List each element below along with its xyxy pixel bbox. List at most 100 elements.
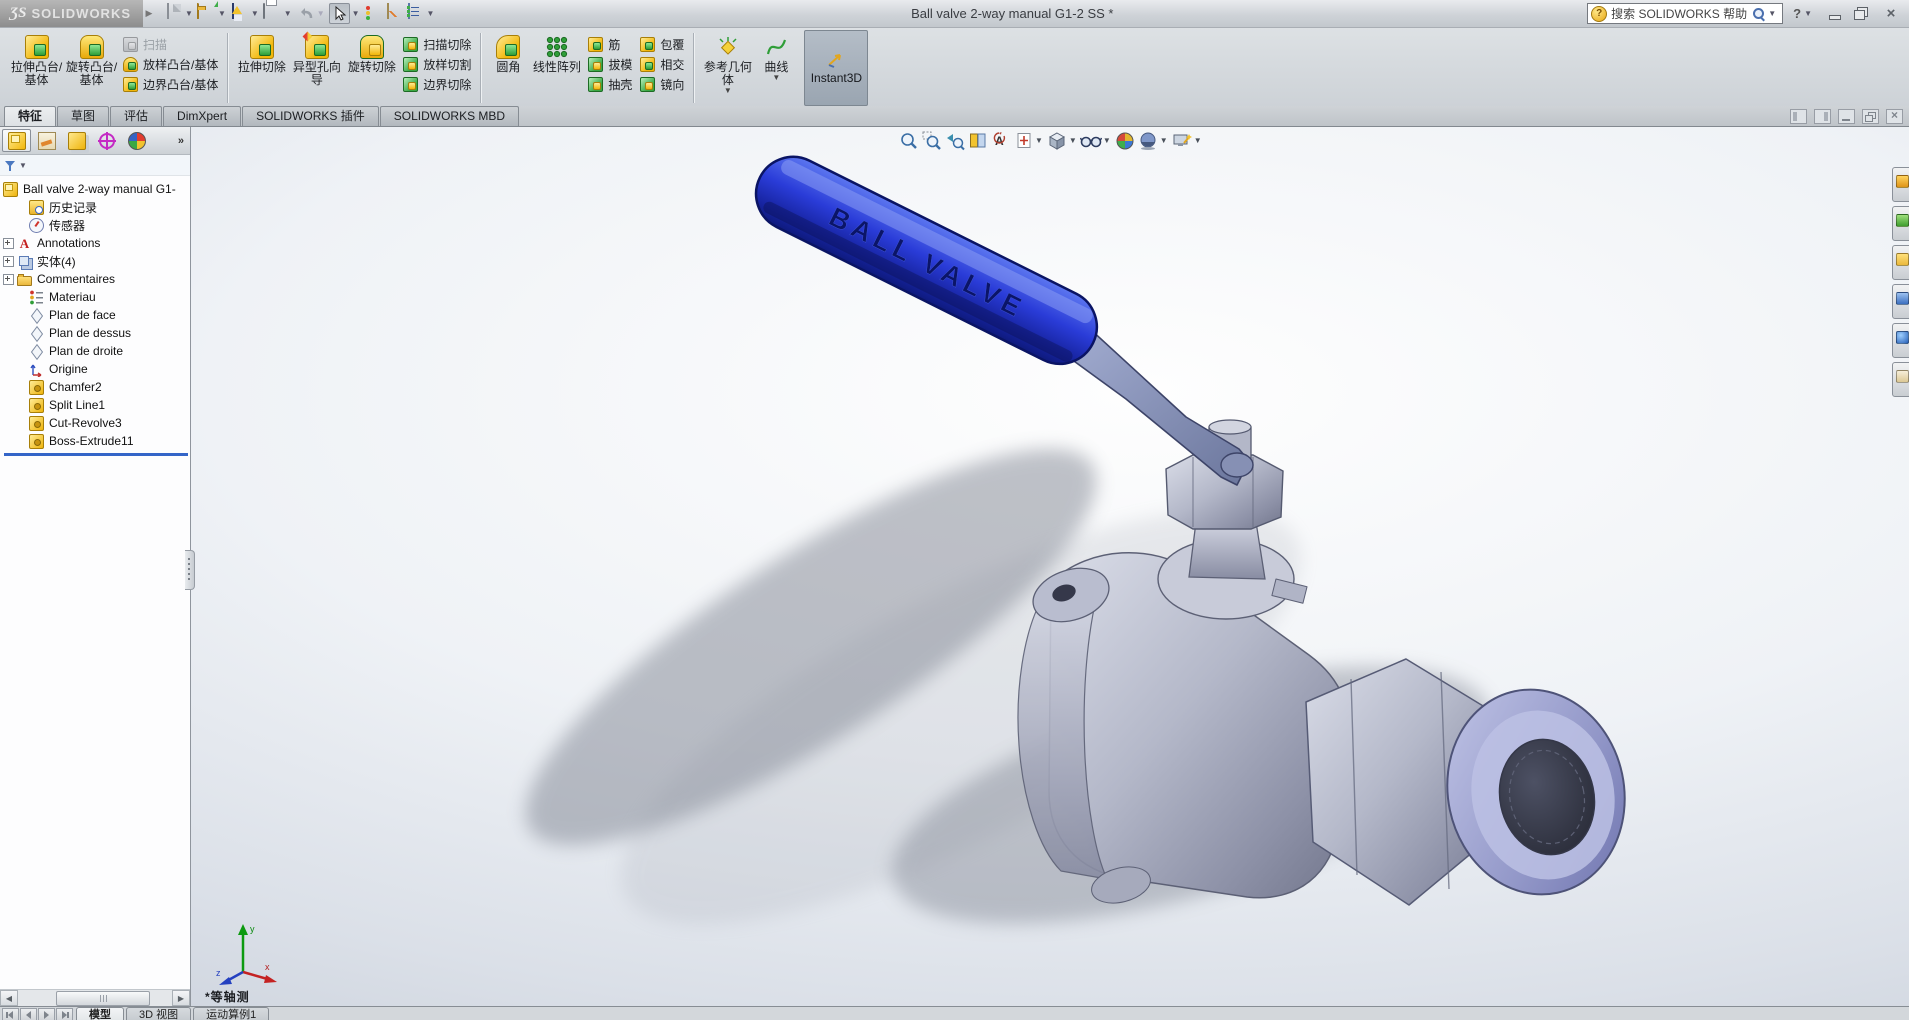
ribbon-button-swept-cut[interactable]: 扫描切除 bbox=[399, 34, 475, 54]
scrollbar-track[interactable] bbox=[18, 991, 172, 1006]
ribbon-button-curves[interactable]: 曲线 ▼ bbox=[755, 31, 797, 105]
dropdown-icon[interactable]: ▼ bbox=[1069, 136, 1077, 145]
view-settings-icon[interactable] bbox=[1171, 129, 1194, 152]
dropdown-icon[interactable]: ▼ bbox=[427, 9, 435, 18]
scroll-right-icon[interactable]: ▶ bbox=[172, 990, 190, 1006]
panel-overflow-chevron[interactable]: » bbox=[174, 135, 188, 147]
help-dropdown-icon[interactable]: ▼ bbox=[1804, 9, 1812, 18]
file-explorer-button[interactable] bbox=[1892, 245, 1909, 280]
new-document-button[interactable] bbox=[164, 3, 183, 23]
tree-filter-row[interactable]: ▼ bbox=[0, 155, 190, 176]
zoom-to-fit-icon[interactable] bbox=[897, 129, 920, 152]
panel-splitter-handle[interactable] bbox=[185, 550, 195, 590]
first-tab-icon[interactable] bbox=[2, 1008, 19, 1020]
ribbon-button-reference-geometry[interactable]: 参考几何体 ▼ bbox=[700, 31, 755, 105]
tree-item-right-plane[interactable]: Plan de droite bbox=[3, 342, 190, 360]
previous-view-icon[interactable] bbox=[943, 129, 966, 152]
tab-solidworks-mbd[interactable]: SOLIDWORKS MBD bbox=[379, 106, 520, 126]
restore-button[interactable] bbox=[1851, 5, 1875, 22]
ribbon-button-draft[interactable]: 拔模 bbox=[584, 54, 636, 74]
close-button[interactable]: × bbox=[1879, 5, 1903, 22]
file-properties-button[interactable] bbox=[385, 3, 404, 23]
panel-horizontal-scrollbar[interactable]: ◀ ▶ bbox=[0, 989, 190, 1006]
search-dropdown-icon[interactable]: ▼ bbox=[1768, 9, 1776, 18]
rebuild-button[interactable] bbox=[364, 4, 383, 23]
custom-properties-button[interactable] bbox=[1892, 362, 1909, 397]
last-tab-icon[interactable] bbox=[56, 1008, 73, 1020]
tree-item-comments[interactable]: Commentaires bbox=[3, 270, 190, 288]
ribbon-button-lofted-cut[interactable]: 放样切割 bbox=[399, 54, 475, 74]
instant3d-toggle[interactable]: Instant3D bbox=[804, 30, 869, 106]
expand-icon[interactable] bbox=[3, 273, 14, 285]
expand-icon[interactable] bbox=[3, 255, 14, 267]
dropdown-icon[interactable]: ▼ bbox=[251, 9, 259, 18]
apply-scene-icon[interactable] bbox=[1137, 129, 1160, 152]
ribbon-button-lofted-boss[interactable]: 放样凸台/基体 bbox=[119, 54, 222, 74]
tree-item-cutrevolve3[interactable]: Cut-Revolve3 bbox=[3, 414, 190, 432]
ribbon-button-mirror[interactable]: 镜向 bbox=[636, 74, 688, 94]
tree-item-bossextrude11[interactable]: Boss-Extrude11 bbox=[3, 432, 190, 450]
design-library-button[interactable] bbox=[1892, 206, 1909, 241]
logo-flyout-arrow[interactable]: ▶ bbox=[143, 4, 155, 24]
3d-views-tab[interactable]: 3D 视图 bbox=[126, 1007, 192, 1020]
tab-sketch[interactable]: 草图 bbox=[57, 106, 110, 126]
tree-item-solid-bodies[interactable]: 实体(4) bbox=[3, 252, 190, 270]
displaymanager-tab[interactable] bbox=[122, 129, 151, 152]
expand-icon[interactable] bbox=[3, 237, 14, 249]
display-style-icon[interactable] bbox=[1046, 129, 1069, 152]
hide-show-items-icon[interactable] bbox=[1080, 129, 1103, 152]
undo-button[interactable] bbox=[296, 4, 315, 23]
scrollbar-thumb[interactable] bbox=[56, 991, 150, 1006]
collapse-right-pane-icon[interactable] bbox=[1814, 109, 1831, 124]
appearances-button[interactable] bbox=[1892, 323, 1909, 358]
dropdown-icon[interactable]: ▼ bbox=[218, 9, 226, 18]
zoom-to-area-icon[interactable] bbox=[920, 129, 943, 152]
tab-evaluate[interactable]: 评估 bbox=[110, 106, 163, 126]
dropdown-icon[interactable]: ▼ bbox=[352, 9, 360, 18]
search-box[interactable]: ? 搜索 SOLIDWORKS 帮助 ▼ bbox=[1587, 3, 1784, 24]
ball-valve-model[interactable]: BALL VALVE bbox=[191, 127, 1909, 1006]
save-button[interactable] bbox=[230, 3, 249, 23]
dropdown-icon[interactable]: ▼ bbox=[284, 9, 292, 18]
open-button[interactable] bbox=[196, 3, 216, 23]
dropdown-icon[interactable]: ▼ bbox=[1160, 136, 1168, 145]
dropdown-icon[interactable]: ▼ bbox=[1103, 136, 1111, 145]
search-icon[interactable] bbox=[1752, 7, 1765, 20]
document-close-icon[interactable]: × bbox=[1886, 109, 1903, 124]
dropdown-icon[interactable]: ▼ bbox=[185, 9, 193, 18]
collapse-left-pane-icon[interactable] bbox=[1790, 109, 1807, 124]
ribbon-button-revolved-cut[interactable]: 旋转切除 bbox=[344, 31, 399, 105]
previous-tab-icon[interactable] bbox=[20, 1008, 37, 1020]
document-minimize-icon[interactable] bbox=[1838, 109, 1855, 124]
featuremanager-tab[interactable] bbox=[2, 129, 31, 152]
ribbon-button-shell[interactable]: 抽壳 bbox=[584, 74, 636, 94]
dropdown-icon[interactable]: ▼ bbox=[1194, 136, 1202, 145]
ribbon-button-rib[interactable]: 筋 bbox=[584, 34, 636, 54]
dimxpertmanager-tab[interactable] bbox=[92, 129, 121, 152]
ribbon-button-linear-pattern[interactable]: 线性阵列 bbox=[529, 31, 584, 105]
ribbon-button-revolved-boss[interactable]: 旋转凸台/基体 bbox=[64, 31, 119, 105]
next-tab-icon[interactable] bbox=[38, 1008, 55, 1020]
options-button[interactable] bbox=[406, 3, 425, 23]
graphics-viewport[interactable]: A ▼ ▼ ▼ ▼ ▼ BALL VALVE y x z *等轴测 bbox=[191, 127, 1909, 1006]
solidworks-resources-button[interactable] bbox=[1892, 167, 1909, 202]
ribbon-button-boundary-cut[interactable]: 边界切除 bbox=[399, 74, 475, 94]
ribbon-button-wrap[interactable]: 包覆 bbox=[636, 34, 688, 54]
tab-solidworks-addins[interactable]: SOLIDWORKS 插件 bbox=[242, 106, 379, 126]
ribbon-button-boundary-boss[interactable]: 边界凸台/基体 bbox=[119, 74, 222, 94]
rollback-bar[interactable] bbox=[4, 453, 188, 456]
configurationmanager-tab[interactable] bbox=[62, 129, 91, 152]
handle-grip[interactable]: BALL VALVE bbox=[743, 144, 1109, 376]
flyout-arrow-icon[interactable]: ▼ bbox=[724, 87, 732, 95]
tree-item-annotations[interactable]: A Annotations bbox=[3, 234, 190, 252]
tab-dimxpert[interactable]: DimXpert bbox=[163, 106, 242, 126]
ribbon-button-intersect[interactable]: 相交 bbox=[636, 54, 688, 74]
document-restore-icon[interactable] bbox=[1862, 109, 1879, 124]
tree-item-top-plane[interactable]: Plan de dessus bbox=[3, 324, 190, 342]
edit-appearance-icon[interactable] bbox=[1114, 129, 1137, 152]
tree-item-material[interactable]: Materiau bbox=[3, 288, 190, 306]
minimize-button[interactable] bbox=[1823, 5, 1847, 22]
scroll-left-icon[interactable]: ◀ bbox=[0, 990, 18, 1006]
dropdown-icon[interactable]: ▼ bbox=[317, 9, 325, 18]
print-button[interactable] bbox=[262, 3, 282, 23]
